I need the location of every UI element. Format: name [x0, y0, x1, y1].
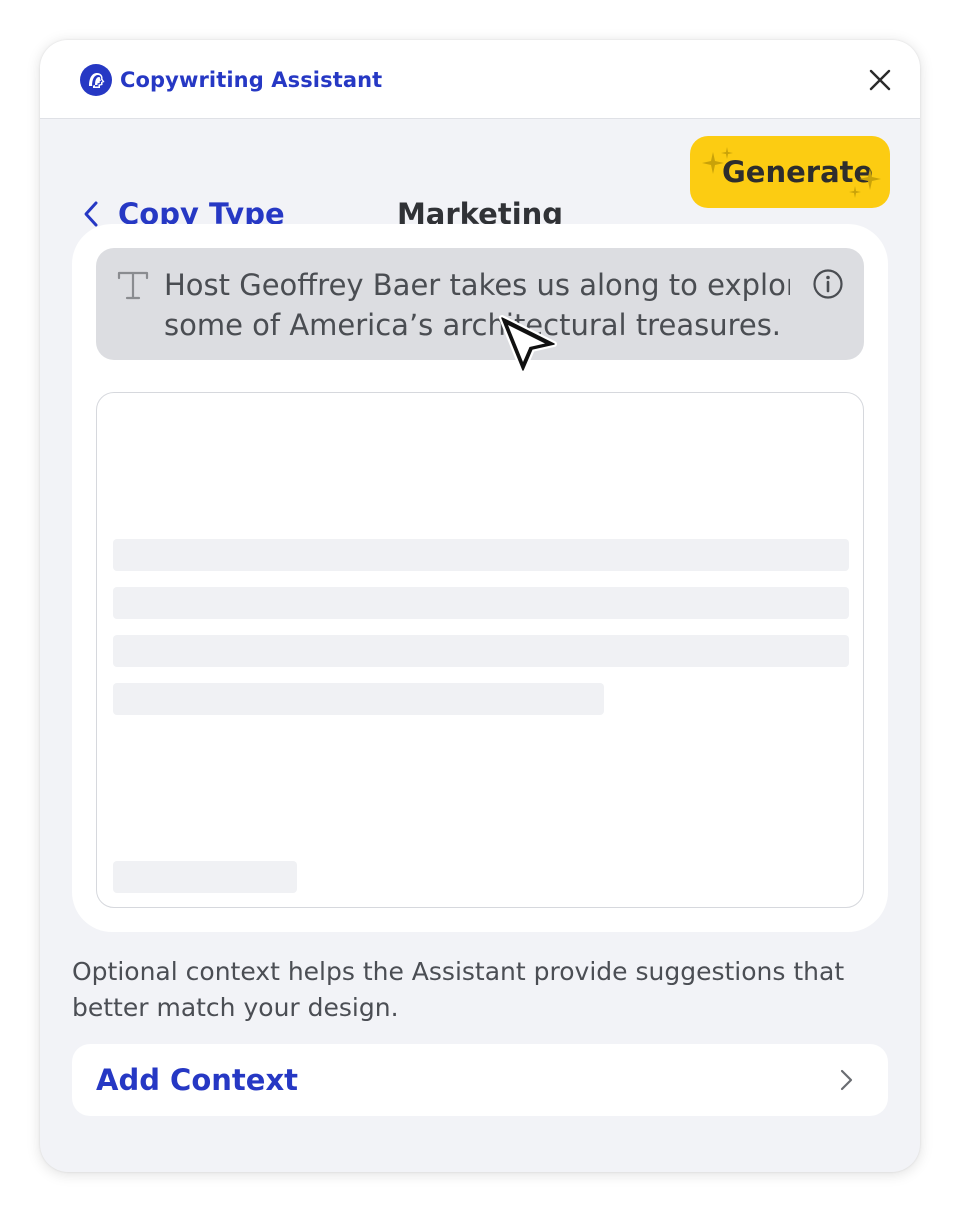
- helper-text: Optional context helps the Assistant pro…: [72, 957, 845, 1022]
- skeleton-line: [113, 683, 604, 715]
- chevron-right-icon: [840, 1069, 853, 1091]
- text-type-icon: [117, 271, 149, 300]
- skeleton-line: [113, 635, 849, 667]
- skeleton-line: [113, 861, 297, 893]
- source-text-input[interactable]: Host Geoffrey Baer takes us along to exp…: [96, 248, 864, 360]
- skeleton-line: [113, 539, 849, 571]
- generate-button[interactable]: Generate: [690, 136, 890, 208]
- source-text: Host Geoffrey Baer takes us along to exp…: [164, 265, 790, 349]
- add-context-label: Add Context: [96, 1063, 299, 1097]
- app-title: Copywriting Assistant: [120, 68, 383, 92]
- title-bar: Copywriting Assistant: [40, 40, 920, 119]
- pbs-head-logo-icon: [80, 64, 112, 96]
- info-icon[interactable]: [812, 268, 844, 300]
- add-context-button[interactable]: Add Context: [72, 1044, 888, 1116]
- source-text-line-1: Host Geoffrey Baer takes us along to exp…: [164, 268, 790, 302]
- chevron-left-icon: [84, 201, 98, 227]
- copy-card: Host Geoffrey Baer takes us along to exp…: [72, 224, 888, 932]
- sparkle-icon: [849, 168, 881, 198]
- skeleton-line: [113, 587, 849, 619]
- close-button[interactable]: [860, 60, 900, 100]
- close-icon: [869, 69, 891, 91]
- copywriting-assistant-panel: Copywriting Assistant Copy Type Marketin…: [40, 40, 920, 1172]
- source-text-line-2: some of America’s architectural treasure…: [164, 308, 782, 342]
- generated-copy-placeholder: [96, 392, 864, 908]
